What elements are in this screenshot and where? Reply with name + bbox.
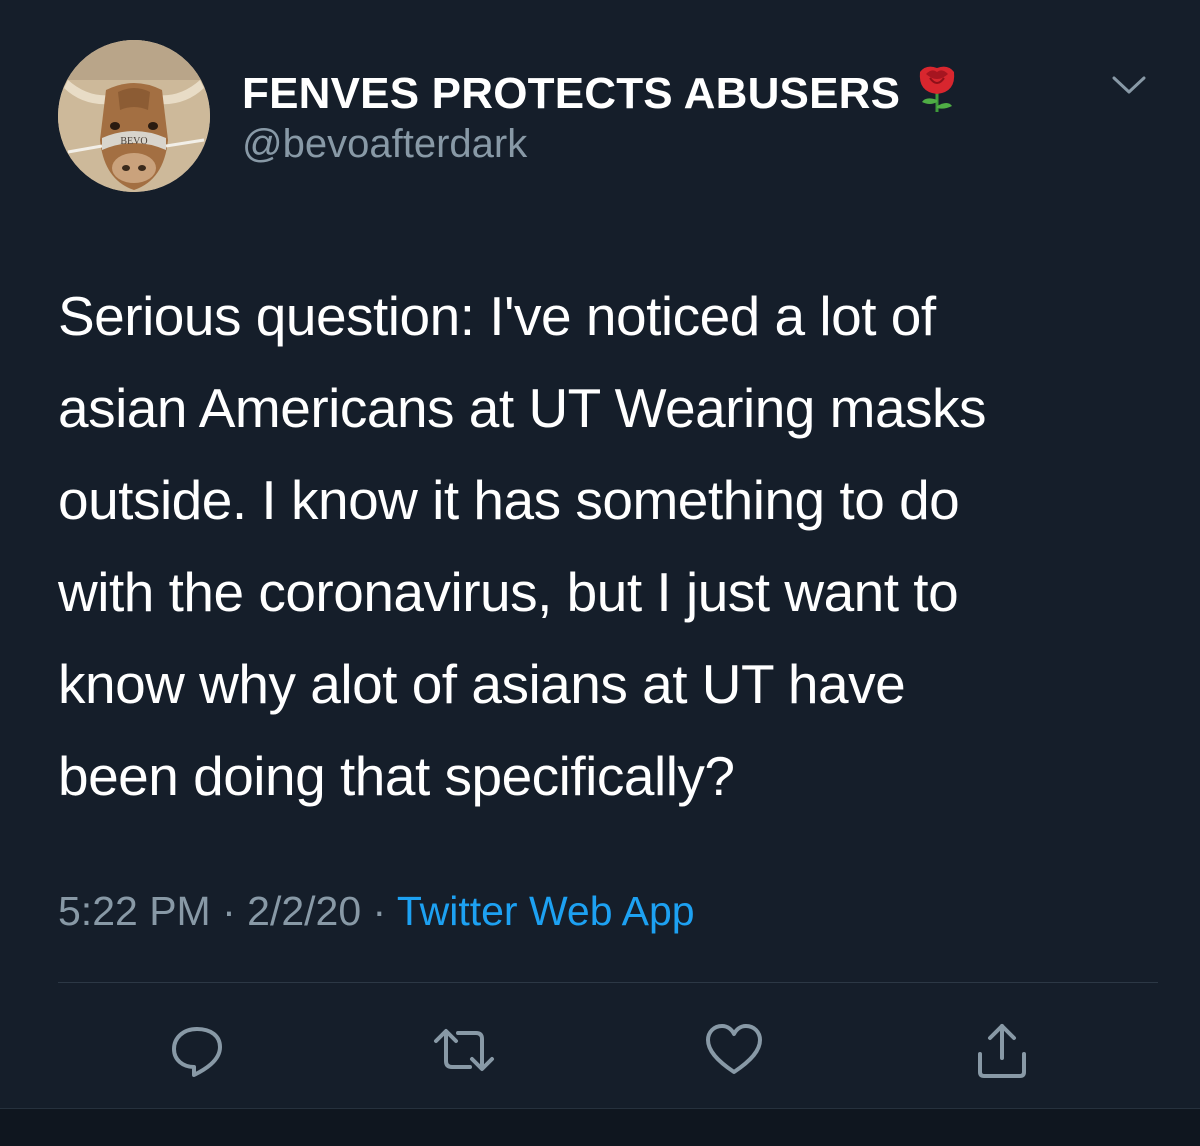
meta-separator: · xyxy=(361,888,397,934)
reply-button[interactable] xyxy=(165,1018,229,1082)
reply-icon xyxy=(172,1027,222,1077)
tweet-text: Serious question: I've noticed a lot of … xyxy=(58,270,1158,822)
bottom-bar xyxy=(0,1108,1200,1146)
divider xyxy=(58,982,1158,983)
tweet-time[interactable]: 5:22 PM xyxy=(58,888,211,934)
tweet-card: BEVO FENVES PROTECTS ABUSERS @bevoafterd… xyxy=(0,0,1200,1146)
retweet-button[interactable] xyxy=(432,1018,496,1082)
avatar[interactable]: BEVO xyxy=(58,40,210,192)
retweet-icon xyxy=(434,1029,494,1071)
tweet-text-line: been doing that specifically? xyxy=(58,745,735,807)
share-button[interactable] xyxy=(970,1018,1034,1082)
author-name-text: FENVES PROTECTS ABUSERS xyxy=(242,68,901,118)
author-handle[interactable]: @bevoafterdark xyxy=(242,122,527,167)
meta-separator: · xyxy=(210,888,248,934)
longhorn-avatar-icon: BEVO xyxy=(58,40,210,192)
tweet-source-link[interactable]: Twitter Web App xyxy=(397,888,695,934)
share-icon xyxy=(978,1024,1026,1078)
tweet-text-line: with the coronavirus, but I just want to xyxy=(58,561,959,623)
svg-text:BEVO: BEVO xyxy=(120,136,147,147)
rose-icon xyxy=(914,62,960,125)
author-name[interactable]: FENVES PROTECTS ABUSERS xyxy=(242,62,960,125)
tweet-text-line: outside. I know it has something to do xyxy=(58,469,960,531)
tweet-text-line: Serious question: I've noticed a lot of xyxy=(58,285,936,347)
tweet-date[interactable]: 2/2/20 xyxy=(247,888,361,934)
like-button[interactable] xyxy=(702,1018,766,1082)
tweet-meta: 5:22 PM · 2/2/20 · Twitter Web App xyxy=(58,888,695,935)
heart-icon xyxy=(706,1024,762,1074)
tweet-text-line: know why alot of asians at UT have xyxy=(58,653,906,715)
tweet-text-line: asian Americans at UT Wearing masks xyxy=(58,377,987,439)
chevron-down-icon[interactable] xyxy=(1108,70,1150,100)
